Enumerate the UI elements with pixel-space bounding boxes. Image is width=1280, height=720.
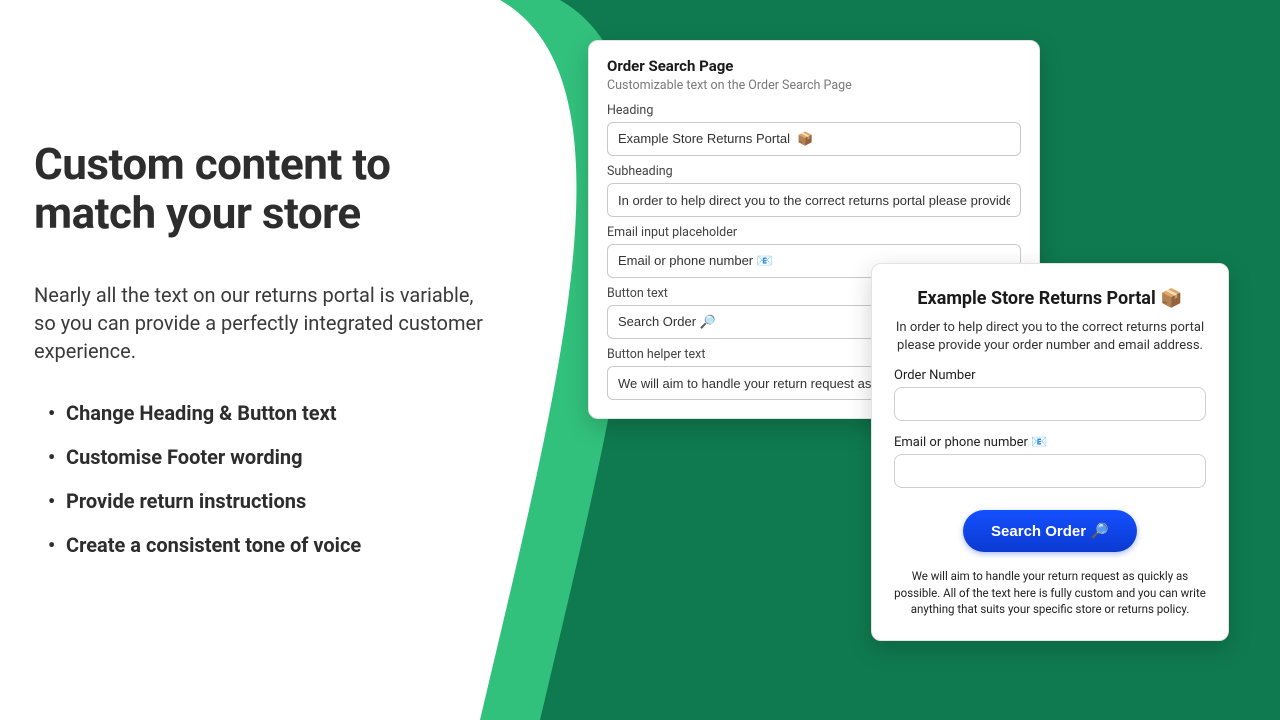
- field-subheading: Subheading: [607, 164, 1021, 217]
- marketing-headline: Custom content to match your store: [34, 140, 514, 239]
- portal-title: Example Store Returns Portal 📦: [894, 288, 1206, 309]
- bullet-item: Provide return instructions: [48, 489, 514, 513]
- email-label: Email or phone number 📧: [894, 435, 1206, 450]
- portal-preview-card: Example Store Returns Portal 📦 In order …: [871, 263, 1229, 641]
- order-number-input[interactable]: [894, 387, 1206, 421]
- email-input[interactable]: [894, 454, 1206, 488]
- heading-label: Heading: [607, 103, 1021, 118]
- marketing-bullets: Change Heading & Button text Customise F…: [34, 401, 514, 557]
- portal-subhead: In order to help direct you to the corre…: [894, 319, 1206, 354]
- bullet-item: Customise Footer wording: [48, 445, 514, 469]
- admin-section-description: Customizable text on the Order Search Pa…: [607, 78, 1021, 93]
- field-heading: Heading: [607, 103, 1021, 156]
- email-ph-label: Email input placeholder: [607, 225, 1021, 240]
- marketing-subhead: Nearly all the text on our returns porta…: [34, 281, 484, 365]
- order-number-label: Order Number: [894, 368, 1206, 383]
- subheading-label: Subheading: [607, 164, 1021, 179]
- admin-section-title: Order Search Page: [607, 57, 1021, 75]
- bullet-item: Create a consistent tone of voice: [48, 533, 514, 557]
- portal-helper-text: We will aim to handle your return reques…: [894, 568, 1206, 618]
- search-order-button[interactable]: Search Order 🔎: [963, 510, 1137, 552]
- marketing-copy: Custom content to match your store Nearl…: [34, 140, 514, 577]
- portal-order-field: Order Number: [894, 368, 1206, 421]
- subheading-input[interactable]: [607, 183, 1021, 217]
- heading-input[interactable]: [607, 122, 1021, 156]
- portal-email-field: Email or phone number 📧: [894, 435, 1206, 488]
- bullet-item: Change Heading & Button text: [48, 401, 514, 425]
